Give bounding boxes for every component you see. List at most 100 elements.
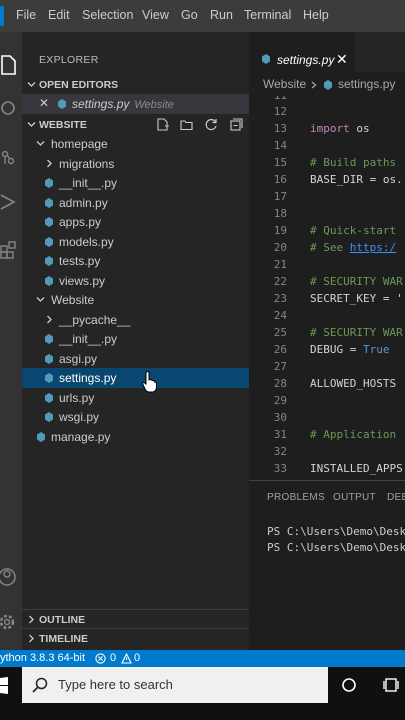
terminal-line[interactable]: PS C:\Users\Demo\Deskt bbox=[267, 525, 405, 538]
terminal-line[interactable]: PS C:\Users\Demo\Deskt bbox=[267, 541, 405, 554]
tree-folder-migrations[interactable]: migrations bbox=[22, 154, 249, 174]
chevron-right-icon bbox=[29, 634, 34, 643]
tab-output[interactable]: OUTPUT bbox=[333, 492, 376, 503]
menu-go[interactable]: Go bbox=[181, 8, 198, 22]
code-link[interactable]: https:/ bbox=[350, 241, 396, 254]
line-number: 28 bbox=[273, 377, 287, 390]
tree-label: apps.py bbox=[59, 215, 102, 229]
breadcrumb: Website settings.py bbox=[249, 72, 405, 96]
line-number: 19 bbox=[273, 224, 287, 237]
code-line: # See https:/ bbox=[310, 241, 396, 254]
manage-gear-icon[interactable] bbox=[0, 610, 18, 634]
outline-section[interactable]: OUTLINE bbox=[22, 609, 249, 629]
code-text: os bbox=[349, 122, 370, 135]
tree-label: urls.py bbox=[59, 390, 95, 405]
code-line: BASE_DIR = os. bbox=[310, 173, 403, 186]
chevron-down-icon bbox=[27, 82, 36, 87]
line-number: 20 bbox=[273, 241, 287, 254]
line-number: 24 bbox=[273, 309, 287, 322]
tree-label: Website bbox=[51, 293, 95, 307]
explorer-sidebar: EXPLORER OPEN EDITORS ✕ settings.py Websi… bbox=[22, 32, 249, 650]
source-control-icon[interactable] bbox=[0, 146, 18, 170]
python-file-icon bbox=[45, 236, 53, 247]
tree-file[interactable]: admin.py bbox=[22, 193, 249, 213]
windows-start-icon[interactable] bbox=[0, 677, 10, 694]
line-number: 27 bbox=[273, 360, 287, 373]
python-interpreter-status[interactable]: ython 3.8.3 64-bit bbox=[0, 652, 85, 664]
python-file-icon bbox=[45, 197, 53, 208]
menu-terminal[interactable]: Terminal bbox=[244, 8, 291, 22]
line-number: 29 bbox=[273, 394, 287, 407]
open-editor-name: settings.py bbox=[72, 97, 130, 111]
bottom-panel: PROBLEMS OUTPUT DEBU PS C:\Users\Demo\De… bbox=[249, 480, 405, 650]
python-file-icon bbox=[262, 54, 270, 64]
python-file-icon bbox=[324, 80, 332, 90]
python-file-icon bbox=[45, 178, 53, 188]
tab-settings-py[interactable]: settings.py ✕ bbox=[249, 32, 354, 72]
task-view-icon[interactable] bbox=[383, 677, 401, 693]
close-icon[interactable]: ✕ bbox=[39, 96, 49, 110]
new-file-icon[interactable] bbox=[156, 118, 169, 131]
menu-bar: File Edit Selection View Go Run Terminal… bbox=[0, 0, 405, 32]
workspace-label: WEBSITE bbox=[39, 119, 87, 131]
tab-label: settings.py bbox=[277, 53, 335, 67]
line-number: 14 bbox=[273, 139, 287, 152]
tree-file[interactable]: apps.py bbox=[22, 212, 249, 232]
menu-view[interactable]: View bbox=[142, 8, 169, 22]
tab-debug-console[interactable]: DEBU bbox=[387, 492, 405, 503]
search-icon[interactable] bbox=[0, 98, 18, 122]
new-folder-icon[interactable] bbox=[180, 118, 193, 131]
extensions-icon[interactable] bbox=[0, 238, 18, 262]
collapse-all-icon[interactable] bbox=[230, 118, 243, 131]
code-line: DEBUG = True bbox=[310, 343, 389, 356]
tree-label: homepage bbox=[51, 137, 108, 151]
tree-file[interactable]: urls.py bbox=[22, 388, 249, 408]
chevron-down-icon bbox=[36, 141, 45, 146]
windows-taskbar: Type here to search bbox=[0, 667, 405, 720]
tree-file-selected[interactable]: settings.py bbox=[22, 368, 249, 393]
tree-folder-pycache[interactable]: __pycache__ bbox=[22, 310, 249, 330]
breadcrumb-file[interactable]: settings.py bbox=[338, 77, 395, 91]
chevron-down-icon bbox=[27, 122, 36, 127]
tree-file[interactable]: wsgi.py bbox=[22, 407, 249, 427]
code-line: # Application bbox=[310, 428, 397, 441]
tree-file[interactable]: __init__.py bbox=[22, 329, 249, 349]
error-count: 0 bbox=[110, 652, 117, 664]
menu-file[interactable]: File bbox=[16, 8, 36, 22]
python-file-icon bbox=[45, 392, 53, 403]
timeline-section[interactable]: TIMELINE bbox=[22, 628, 249, 648]
open-editors-section[interactable]: OPEN EDITORS bbox=[22, 75, 249, 95]
tree-folder-homepage[interactable]: homepage bbox=[22, 134, 249, 154]
python-file-icon bbox=[45, 373, 53, 383]
close-icon[interactable]: ✕ bbox=[336, 51, 348, 68]
taskbar-search-box[interactable]: Type here to search bbox=[22, 667, 328, 703]
tree-file[interactable]: __init__.py bbox=[22, 173, 249, 193]
menu-help[interactable]: Help bbox=[303, 8, 329, 22]
tree-file[interactable]: views.py bbox=[22, 271, 249, 291]
code-editor[interactable]: 11 12 13 14 15 16 17 18 19 20 21 22 23 2… bbox=[249, 96, 405, 480]
tree-folder-website[interactable]: Website bbox=[22, 290, 249, 310]
tree-label: __init__.py bbox=[59, 176, 118, 190]
menu-run[interactable]: Run bbox=[210, 8, 233, 22]
tree-file[interactable]: tests.py bbox=[22, 251, 249, 271]
tree-file[interactable]: models.py bbox=[22, 232, 249, 252]
tree-file[interactable]: manage.py bbox=[22, 427, 249, 447]
tree-label: wsgi.py bbox=[59, 410, 100, 424]
menu-edit[interactable]: Edit bbox=[48, 8, 70, 22]
open-editor-item[interactable]: ✕ settings.py Website bbox=[22, 94, 249, 114]
cortana-icon[interactable] bbox=[341, 677, 357, 693]
menu-selection[interactable]: Selection bbox=[82, 8, 133, 22]
tree-label: models.py bbox=[59, 234, 114, 249]
open-editors-label: OPEN EDITORS bbox=[39, 79, 119, 91]
tab-problems[interactable]: PROBLEMS bbox=[267, 492, 325, 503]
refresh-icon[interactable] bbox=[205, 118, 218, 131]
outline-label: OUTLINE bbox=[39, 614, 86, 626]
breadcrumb-folder[interactable]: Website bbox=[263, 77, 306, 91]
vscode-logo-icon bbox=[0, 6, 4, 26]
accounts-icon[interactable] bbox=[0, 565, 18, 589]
line-number: 23 bbox=[273, 292, 287, 305]
line-number: 26 bbox=[273, 343, 287, 356]
explorer-files-icon[interactable] bbox=[0, 52, 18, 76]
run-debug-icon[interactable] bbox=[0, 190, 18, 214]
tree-file[interactable]: asgi.py bbox=[22, 349, 249, 369]
